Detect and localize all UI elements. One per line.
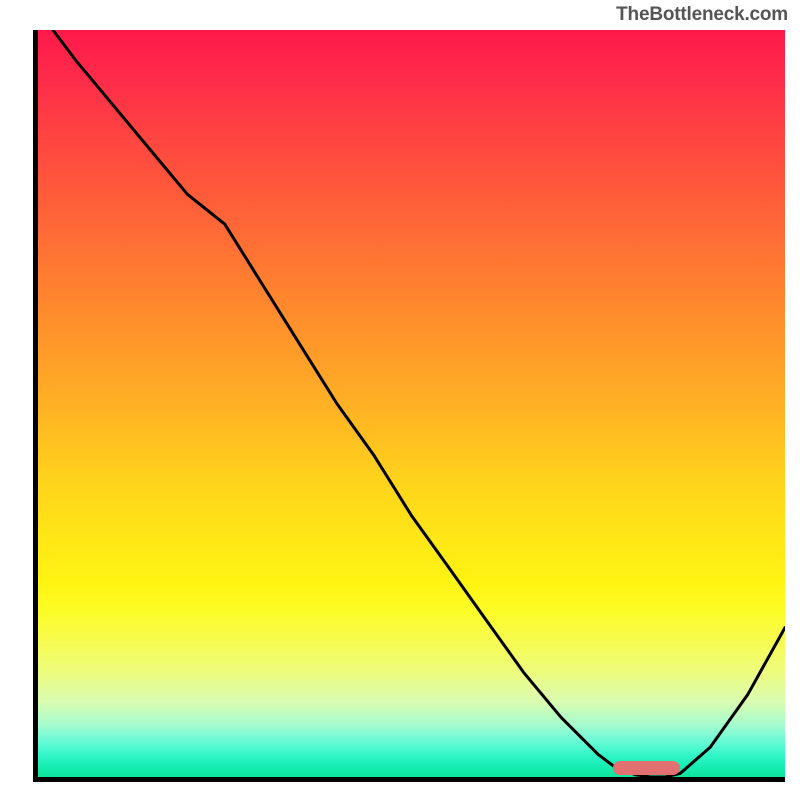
- watermark: TheBottleneck.com: [616, 4, 788, 26]
- optimal-range-marker: [613, 761, 680, 775]
- plot-area: [38, 30, 785, 777]
- bottleneck-curve: [38, 30, 785, 777]
